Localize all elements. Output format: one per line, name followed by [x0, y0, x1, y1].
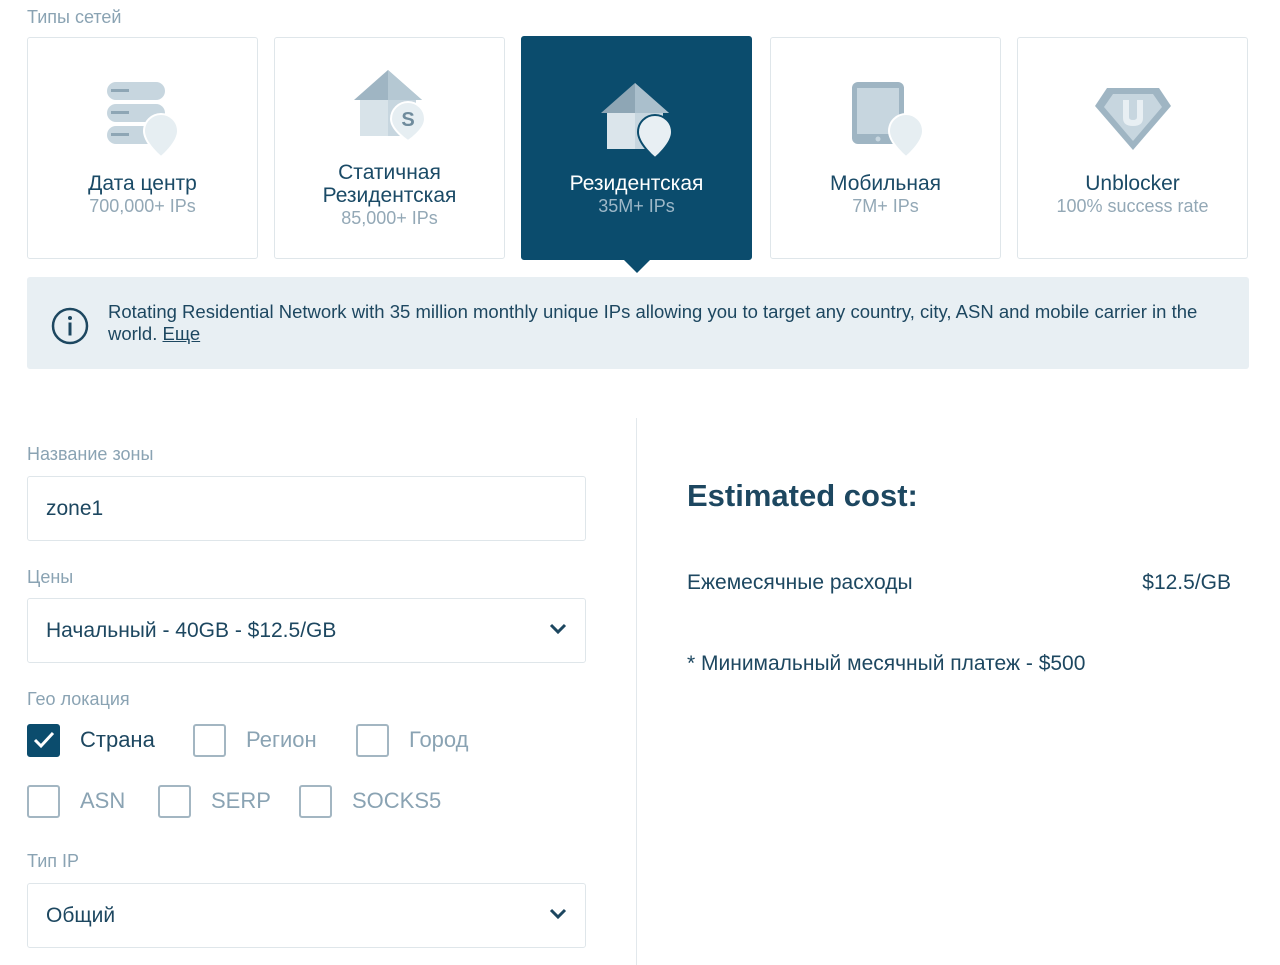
geo-checkbox-serp[interactable]: SERP: [158, 784, 271, 818]
card-title-line-2: Резидентская: [322, 184, 457, 207]
ip-type-select[interactable]: Общий: [27, 883, 586, 948]
checkbox-label: Регион: [246, 727, 317, 752]
more-link[interactable]: Еще: [163, 323, 201, 344]
monthly-cost-label: Ежемесячные расходы: [687, 571, 913, 594]
checkbox-box: [158, 784, 191, 818]
checkbox-box: [193, 723, 226, 757]
checkbox-box: [27, 723, 60, 757]
card-title: Мобильная: [829, 172, 941, 195]
residential-icon: [522, 81, 751, 161]
chevron-down-icon: [549, 908, 567, 920]
checkbox-label: ASN: [80, 788, 126, 813]
checkmark-icon: [33, 731, 55, 748]
card-subtitle: 100% success rate: [1056, 196, 1209, 216]
checkbox-box: [356, 723, 389, 757]
active-card-caret: [623, 259, 651, 273]
unblocker-icon: [1018, 84, 1247, 164]
checkbox-label: Город: [409, 727, 469, 752]
card-subtitle: 700,000+ IPs: [89, 196, 196, 216]
pricing-label: Цены: [27, 567, 74, 587]
column-divider: [636, 418, 637, 965]
svg-text:S: S: [401, 109, 414, 131]
card-title-line-1: Статичная: [338, 161, 441, 184]
card-subtitle: 85,000+ IPs: [341, 208, 438, 228]
static-residential-icon: S: [275, 68, 504, 148]
checkbox-box: [299, 784, 332, 818]
card-title: Резидентская: [569, 172, 704, 195]
card-residential[interactable]: Резидентская 35M+ IPs: [521, 36, 752, 260]
ip-type-selected-value: Общий: [46, 904, 116, 927]
info-icon: [51, 307, 89, 345]
minimum-payment-note: * Минимальный месячный платеж - $500: [687, 652, 1086, 675]
card-subtitle: 7M+ IPs: [852, 196, 919, 216]
checkbox-label: SOCKS5: [352, 788, 442, 813]
card-title: Дата центр: [88, 172, 197, 195]
info-text: Rotating Residential Network with 35 mil…: [108, 301, 1228, 345]
ip-type-label: Тип IP: [27, 851, 80, 871]
card-title: Unblocker: [1085, 172, 1180, 195]
geo-checkbox-city[interactable]: Город: [356, 723, 469, 757]
datacenter-icon: [28, 80, 257, 160]
monthly-cost-value: $12.5/GB: [1142, 571, 1231, 594]
checkbox-box: [27, 784, 60, 818]
estimated-cost-title: Estimated cost:: [687, 478, 918, 513]
network-types-label: Типы сетей: [27, 7, 122, 27]
network-info-banner: Rotating Residential Network with 35 mil…: [27, 277, 1249, 369]
mobile-icon: [771, 80, 1000, 160]
card-unblocker[interactable]: Unblocker 100% success rate: [1017, 37, 1248, 259]
geo-checkbox-region[interactable]: Регион: [193, 723, 317, 757]
zone-name-input[interactable]: [27, 476, 586, 541]
card-subtitle: 35M+ IPs: [598, 196, 675, 216]
checkbox-label: Страна: [80, 727, 155, 752]
chevron-down-icon: [549, 623, 567, 635]
pricing-select[interactable]: Начальный - 40GB - $12.5/GB: [27, 598, 586, 663]
geo-label: Гео локация: [27, 689, 130, 709]
geo-checkbox-socks5[interactable]: SOCKS5: [299, 784, 441, 818]
geo-checkbox-country[interactable]: Страна: [27, 723, 155, 757]
card-static-residential[interactable]: S Статичная Резидентская 85,000+ IPs: [274, 37, 505, 259]
info-description: Rotating Residential Network with 35 mil…: [108, 301, 1198, 344]
network-type-cards: Дата центр 700,000+ IPs S Статичная Рези…: [27, 36, 1249, 260]
pricing-selected-value: Начальный - 40GB - $12.5/GB: [46, 619, 337, 642]
zone-name-label: Название зоны: [27, 444, 154, 464]
card-mobile[interactable]: Мобильная 7M+ IPs: [770, 37, 1001, 259]
geo-checkbox-asn[interactable]: ASN: [27, 784, 125, 818]
checkbox-label: SERP: [211, 788, 271, 813]
card-datacenter[interactable]: Дата центр 700,000+ IPs: [27, 37, 258, 259]
